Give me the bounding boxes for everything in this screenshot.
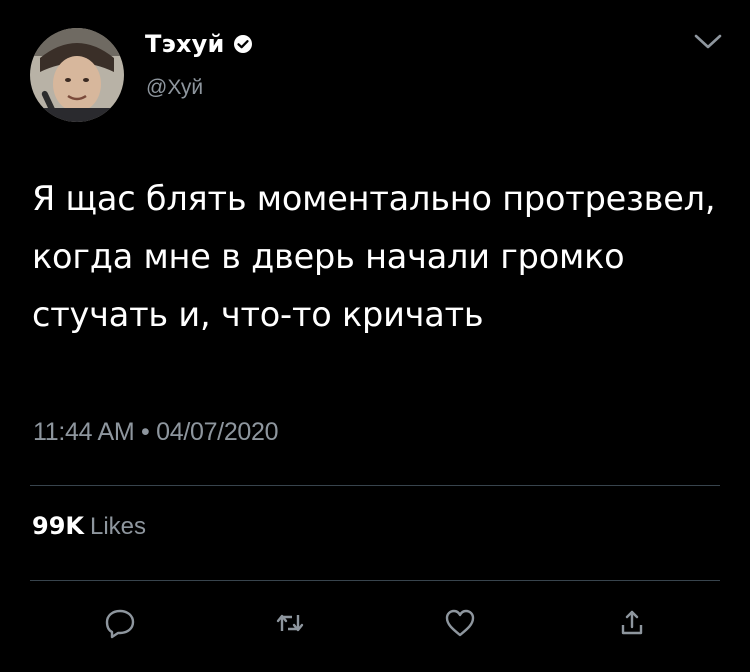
share-button[interactable] — [612, 603, 652, 643]
reply-button[interactable] — [100, 603, 140, 643]
likes-label: Likes — [90, 513, 147, 540]
avatar[interactable] — [30, 28, 124, 122]
author-name-row[interactable]: Тэхуй — [145, 30, 253, 58]
share-icon — [621, 610, 643, 635]
user-handle[interactable]: @Хуй — [146, 76, 203, 100]
likes-count: 99K — [32, 512, 84, 540]
tweet-text: Я щас блять моментально протрезвел, когд… — [32, 179, 716, 334]
reply-icon — [105, 609, 135, 639]
divider — [30, 580, 720, 581]
avatar-image — [30, 28, 124, 122]
retweet-button[interactable] — [270, 603, 310, 643]
divider — [30, 485, 720, 486]
tweet-timestamp[interactable]: 11:44 AM • 04/07/2020 — [33, 418, 279, 447]
display-name[interactable]: Тэхуй — [145, 30, 225, 58]
heart-icon — [445, 609, 475, 637]
likes-stat[interactable]: 99K Likes — [32, 512, 146, 541]
retweet-icon — [276, 614, 304, 632]
verified-badge-icon — [233, 34, 253, 54]
chevron-down-icon[interactable] — [690, 30, 726, 54]
like-button[interactable] — [440, 603, 480, 643]
